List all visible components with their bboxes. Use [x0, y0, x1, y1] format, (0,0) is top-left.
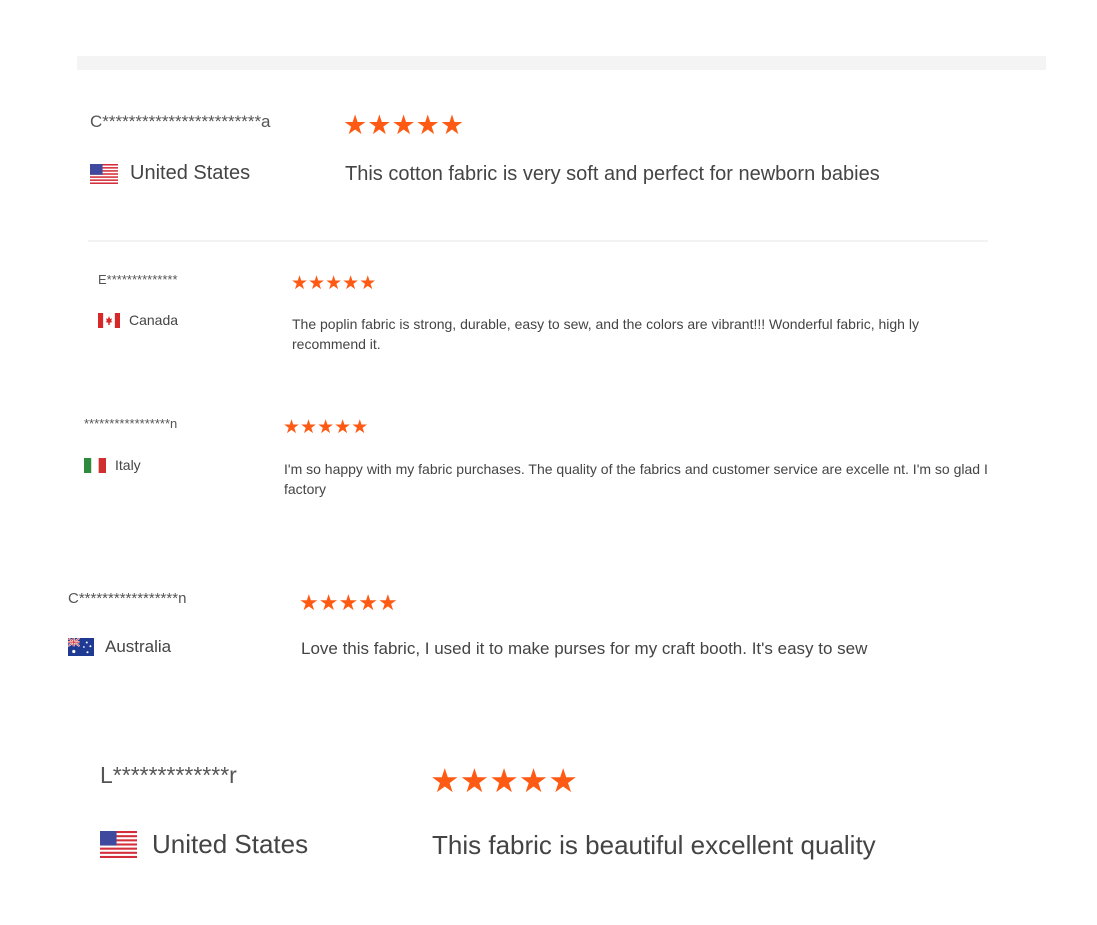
star-icon: ★ — [518, 762, 549, 799]
star-icon: ★ — [318, 590, 339, 615]
star-icon: ★ — [415, 110, 440, 140]
star-icon: ★ — [325, 273, 343, 294]
reviewer-name: E************** — [98, 272, 178, 287]
top-bar — [77, 56, 1046, 70]
star-icon: ★ — [299, 590, 319, 615]
reviewer-country: Australia — [68, 637, 171, 657]
star-icon: ★ — [342, 273, 360, 294]
review-text: I'm so happy with my fabric purchases. T… — [284, 461, 988, 497]
star-icon: ★ — [317, 417, 335, 438]
star-icon: ★ — [430, 762, 460, 799]
star-icon: ★ — [367, 110, 392, 140]
reviewer-name: *****************n — [84, 416, 178, 431]
star-rating: ★★★★★ — [343, 112, 464, 139]
australia-flag-icon — [68, 638, 94, 656]
reviewer-name: C*****************n — [68, 590, 187, 607]
divider — [88, 240, 988, 242]
country-label: Italy — [115, 457, 141, 473]
reviewer-country: Italy — [84, 457, 141, 473]
review-text: This cotton fabric is very soft and perf… — [345, 163, 880, 185]
reviewer-country: United States — [90, 162, 250, 185]
star-rating: ★★★★★ — [299, 592, 398, 614]
star-rating: ★★★★★ — [283, 418, 368, 437]
italy-flag-icon — [84, 457, 106, 473]
star-icon: ★ — [351, 417, 369, 438]
canada-flag-icon — [98, 312, 120, 328]
us-flag-icon — [90, 163, 118, 184]
star-icon: ★ — [308, 273, 326, 294]
star-icon: ★ — [300, 417, 318, 438]
star-icon: ★ — [377, 590, 398, 615]
star-icon: ★ — [343, 110, 368, 140]
star-rating: ★★★★★ — [430, 764, 578, 797]
country-label: United States — [130, 162, 251, 184]
reviewer-country: Canada — [98, 312, 178, 328]
review-text: This fabric is beautiful excellent quali… — [432, 830, 876, 860]
star-rating: ★★★★★ — [291, 274, 376, 293]
country-label: Canada — [129, 312, 179, 328]
star-icon: ★ — [459, 762, 490, 799]
star-icon: ★ — [291, 273, 309, 294]
star-icon: ★ — [391, 110, 416, 140]
star-icon: ★ — [338, 590, 359, 615]
reviewer-name: L*************r — [100, 762, 237, 788]
reviewer-country: United States — [100, 829, 308, 860]
country-label: United States — [152, 829, 309, 859]
us-flag-icon — [100, 831, 137, 858]
star-icon: ★ — [334, 417, 352, 438]
country-label: Australia — [105, 637, 172, 656]
review-text: Love this fabric, I used it to make purs… — [301, 639, 868, 658]
star-icon: ★ — [489, 762, 519, 799]
star-icon: ★ — [548, 762, 578, 799]
star-icon: ★ — [358, 590, 378, 615]
star-icon: ★ — [439, 110, 465, 140]
star-icon: ★ — [283, 417, 301, 438]
star-icon: ★ — [359, 273, 377, 294]
review-text: The poplin fabric is strong, durable, ea… — [292, 316, 919, 352]
reviewer-name: C************************a — [90, 112, 271, 131]
